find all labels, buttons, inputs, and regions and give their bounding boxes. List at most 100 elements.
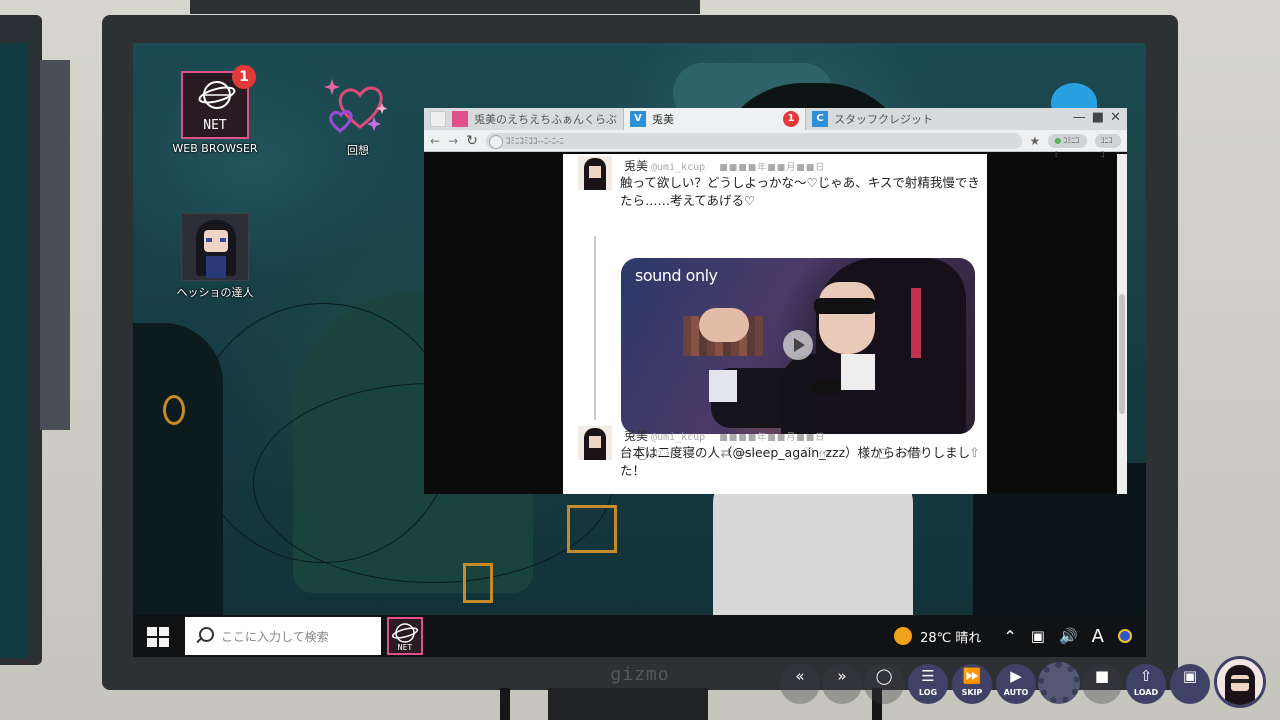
weather-widget[interactable]: 28℃ 晴れ [894,627,981,646]
author-avatar[interactable] [578,156,612,190]
post-text: 触って欲しい？どうしよっかな～♡じゃあ、キスで射精我慢できたら……考えてあげる♡ [620,175,980,208]
load-label: LOAD [1133,688,1159,697]
desktop-icon-label: ヘッショの達人 [176,286,254,299]
scrollbar-thumb[interactable] [1119,294,1125,414]
desktop-icon-label: 回想 [347,144,369,157]
url-input[interactable]: ｺﾐﾆｺﾐｺｺ--ﾆ-ﾆ-ﾆ [485,132,1022,149]
weather-text: 28℃ 晴れ [920,630,982,646]
settings-gear-icon[interactable] [1038,662,1080,704]
window-mode-button[interactable]: ▣ [1170,664,1210,704]
menu-pill[interactable]: ｺﾆｺｺ [1094,133,1121,159]
forward-button[interactable]: » [822,664,862,704]
load-icon: ⇧ [1139,667,1153,685]
windows-logo-tile [147,638,157,647]
thread-line [594,236,596,420]
author-avatar[interactable] [578,426,612,460]
extension-pill[interactable]: ｺﾐﾆｺﾐ [1048,133,1087,159]
save-icon: ■ [1094,667,1110,685]
auto-button[interactable]: ▶ AUTO [996,664,1036,704]
taskbar-net-app[interactable]: NET [387,617,423,655]
post-handle[interactable]: @umi_kcup [651,432,705,443]
star-icon[interactable]: ★ [1030,134,1041,148]
game-menu-bar: « » ◯ ☰ LOG ⏩ SKIP ▶ AUTO ■ ⇧ LOAD ▣ [780,656,1270,716]
post-header: 兎美 @umi_kcup ■■■■年■■月■■日 [624,157,825,174]
display-icon[interactable]: ▣ [1031,627,1045,645]
desktop-icon-web-browser[interactable]: NET 1 WEB BROWSER [160,65,270,155]
tab-label: 兎美のえちえちふぁんくらぶ [474,113,617,126]
social-feed: 兎美 @umi_kcup ■■■■年■■月■■日 触って欲しい？どうしよっかな～♡じ… [563,154,987,494]
desktop-icon-recollection[interactable]: 回想 [303,71,413,158]
sun-icon [894,627,913,645]
back-arrow-icon[interactable]: ← [430,134,440,148]
reload-icon[interactable]: ↻ [466,133,478,149]
media-figure-bowtie [811,380,841,394]
post-author[interactable]: 兎美 [624,159,648,173]
rewind-button[interactable]: « [780,664,820,704]
tab-fan-club[interactable]: 兎美のえちえちふぁんくらぶ [424,108,624,130]
save-button[interactable]: ■ [1082,664,1122,704]
windows-logo-tile [147,627,157,636]
log-label: LOG [918,688,938,697]
skip-button[interactable]: ⏩ SKIP [952,664,992,704]
character-avatar-button[interactable] [1214,656,1266,708]
taskbar: ここに入力して検索 NET 28℃ 晴れ ⌃ ▣ 🔊 A [133,615,1146,657]
maximize-icon[interactable]: ■ [1092,110,1104,125]
post-author[interactable]: 兎美 [624,429,648,443]
desktop-icon-label: WEB BROWSER [172,142,258,155]
search-icon [195,627,214,645]
post-date: ■■■■年■■月■■日 [719,433,826,443]
auto-label: AUTO [1003,688,1029,697]
background-panel [40,60,70,430]
tab-staff-credits[interactable]: C スタッフクレジット [806,108,966,130]
blank-tab-icon [430,111,446,127]
system-tray: 28℃ 晴れ ⌃ ▣ 🔊 A [894,615,1132,657]
media-figure-mask [814,298,876,314]
chevron-up-icon[interactable]: ⌃ [1003,627,1016,646]
browser-window: 兎美のえちえちふぁんくらぶ V 兎美 1 C スタッフクレジット — ■ ✕ ←… [424,108,1127,494]
feed-scrollbar[interactable] [1117,154,1127,494]
windows-logo-tile [159,627,169,636]
ime-indicator[interactable]: A [1092,626,1104,647]
tab-umi[interactable]: V 兎美 1 [624,108,806,130]
log-button[interactable]: ☰ LOG [908,664,948,704]
game-character-icon [181,213,249,281]
net-app-text: NET [203,118,227,133]
notification-center-icon[interactable] [1118,629,1132,643]
media-label: sound only [635,266,718,285]
start-menu-button[interactable] [147,627,169,647]
browser-address-bar: ← → ↻ ｺﾐﾆｺﾐｺｺ--ﾆ-ﾆ-ﾆ ★ ｺﾐﾆｺﾐ ｺﾆｺｺ [424,130,1127,159]
close-icon[interactable]: ✕ [1110,110,1121,125]
cable [500,688,510,720]
speaker-icon[interactable]: 🔊 [1059,627,1078,645]
v-tab-icon: V [630,111,646,127]
post-date: ■■■■年■■月■■日 [719,163,826,173]
hide-button[interactable]: ◯ [864,664,904,704]
desktop-icon-game[interactable]: ヘッショの達人 [160,213,270,300]
fast-forward-icon: ⏩ [962,667,982,685]
post-header: 兎美 @umi_kcup ■■■■年■■月■■日 [624,427,825,444]
book-icon: ☰ [921,667,935,685]
media-figure-face [819,282,875,354]
post-handle[interactable]: @umi_kcup [651,162,705,173]
search-placeholder: ここに入力して検索 [221,629,329,644]
play-icon[interactable] [783,330,813,360]
media-figure-hand [699,308,749,342]
room-background: gizmo NET 1 WEB BROWSER 回想 ヘッショの達人 兎美のえち… [0,0,1280,720]
post-text: 台本は二度寝の人（@sleep_again_zzz）様からお借りしました！ [620,445,971,478]
forward-icon: » [837,667,847,685]
monitor-stand [548,688,708,720]
wallpaper-orange-mark [567,505,617,553]
skip-label: SKIP [961,688,983,697]
upper-shelf [190,0,700,14]
forward-arrow-icon[interactable]: → [448,134,458,148]
globe-icon [198,81,236,109]
taskbar-search[interactable]: ここに入力して検索 [185,617,381,655]
wallpaper-orange-mark [463,563,493,603]
load-button[interactable]: ⇧ LOAD [1126,664,1166,704]
tab-notification-badge: 1 [783,111,799,127]
monitor-icon: ▣ [1182,667,1198,685]
tab-label: 兎美 [652,113,674,126]
minimize-icon[interactable]: — [1073,110,1086,125]
post-media-video[interactable]: sound only [621,258,975,434]
eye-icon: ◯ [875,667,893,685]
